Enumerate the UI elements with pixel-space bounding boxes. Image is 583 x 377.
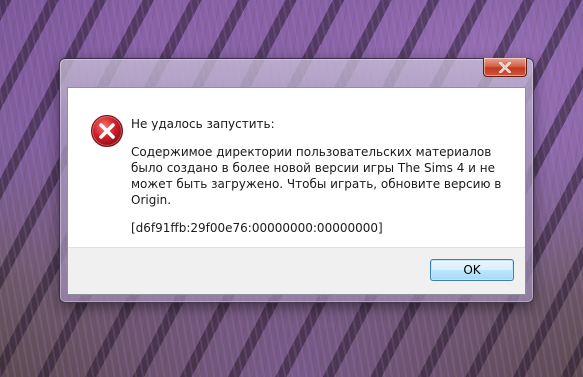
message-text: Содержимое директории пользовательских м…: [131, 145, 502, 207]
message-area: Не удалось запустить: Содержимое директо…: [131, 116, 516, 236]
error-dialog-window: Не удалось запустить: Содержимое директо…: [59, 58, 534, 303]
error-icon: [91, 115, 123, 147]
close-icon: [499, 61, 511, 73]
title-bar[interactable]: [60, 58, 533, 81]
button-bar: OK: [68, 247, 525, 294]
error-code: [d6f91ffb:29f00e76:00000000:00000000]: [131, 221, 383, 235]
ok-button[interactable]: OK: [430, 259, 514, 281]
dialog-content-area: Не удалось запустить: Содержимое директо…: [67, 87, 526, 295]
close-button[interactable]: [483, 58, 527, 77]
main-instruction: Не удалось запустить:: [131, 117, 275, 131]
